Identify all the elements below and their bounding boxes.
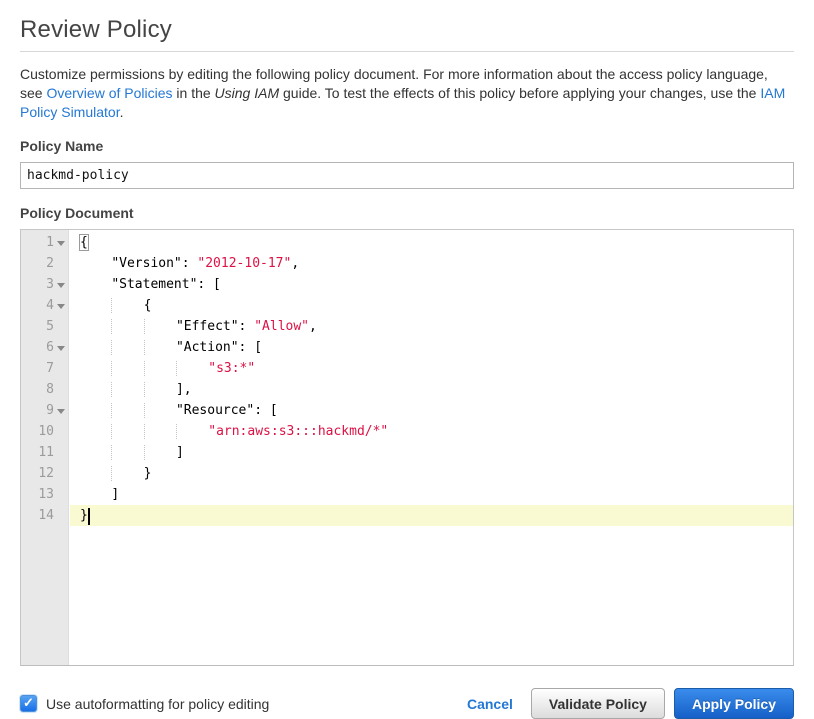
code-line-11[interactable]: ]	[70, 442, 793, 463]
gutter-line-4[interactable]: 4	[21, 295, 68, 316]
apply-policy-button[interactable]: Apply Policy	[674, 688, 794, 719]
code-line-12[interactable]: }	[70, 463, 793, 484]
autoformat-option: ✓ Use autoformatting for policy editing	[20, 695, 269, 712]
fold-arrow-icon[interactable]	[57, 304, 65, 309]
code-line-1[interactable]: {	[70, 232, 793, 253]
using-iam-italic: Using IAM	[215, 85, 280, 101]
policy-document-label: Policy Document	[20, 205, 794, 221]
code-line-8[interactable]: ],	[70, 379, 793, 400]
gutter-line-13: 13	[21, 484, 68, 505]
gutter-line-14: 14	[21, 505, 68, 526]
intro-text-3: guide. To test the effects of this polic…	[279, 85, 760, 101]
autoformat-label: Use autoformatting for policy editing	[46, 696, 269, 712]
gutter-line-8: 8	[21, 379, 68, 400]
code-line-6[interactable]: "Action": [	[70, 337, 793, 358]
fold-arrow-icon[interactable]	[57, 346, 65, 351]
gutter-line-9[interactable]: 9	[21, 400, 68, 421]
code-line-3[interactable]: "Statement": [	[70, 274, 793, 295]
validate-policy-button[interactable]: Validate Policy	[531, 688, 665, 719]
intro-text-2: in the	[173, 85, 215, 101]
title-divider	[20, 51, 794, 52]
gutter-line-7: 7	[21, 358, 68, 379]
footer-bar: ✓ Use autoformatting for policy editing …	[20, 688, 794, 719]
intro-paragraph: Customize permissions by editing the fol…	[20, 65, 794, 122]
gutter-line-12: 12	[21, 463, 68, 484]
code-line-14[interactable]: }	[70, 505, 793, 526]
text-cursor	[88, 508, 90, 525]
cancel-link[interactable]: Cancel	[467, 696, 513, 712]
check-icon: ✓	[23, 696, 34, 709]
gutter-line-10: 10	[21, 421, 68, 442]
code-line-5[interactable]: "Effect": "Allow",	[70, 316, 793, 337]
footer-actions: Cancel Validate Policy Apply Policy	[467, 688, 794, 719]
editor-gutter: 1234567891011121314	[21, 230, 69, 665]
gutter-line-2: 2	[21, 253, 68, 274]
gutter-line-5: 5	[21, 316, 68, 337]
fold-arrow-icon[interactable]	[57, 241, 65, 246]
policy-editor[interactable]: 1234567891011121314 { "Version": "2012-1…	[20, 229, 794, 666]
review-policy-page: Review Policy Customize permissions by e…	[0, 16, 814, 719]
code-line-13[interactable]: ]	[70, 484, 793, 505]
code-line-2[interactable]: "Version": "2012-10-17",	[70, 253, 793, 274]
page-title: Review Policy	[20, 16, 794, 44]
intro-text-4: .	[120, 104, 124, 120]
gutter-line-11: 11	[21, 442, 68, 463]
code-line-4[interactable]: {	[70, 295, 793, 316]
fold-arrow-icon[interactable]	[57, 409, 65, 414]
autoformat-checkbox[interactable]: ✓	[20, 695, 37, 712]
code-line-10[interactable]: "arn:aws:s3:::hackmd/*"	[70, 421, 793, 442]
gutter-line-6[interactable]: 6	[21, 337, 68, 358]
code-line-7[interactable]: "s3:*"	[70, 358, 793, 379]
policy-name-label: Policy Name	[20, 138, 794, 154]
code-line-9[interactable]: "Resource": [	[70, 400, 793, 421]
editor-code[interactable]: { "Version": "2012-10-17", "Statement": …	[70, 230, 793, 665]
policy-name-input[interactable]	[20, 162, 794, 189]
gutter-line-3[interactable]: 3	[21, 274, 68, 295]
link-overview-of-policies[interactable]: Overview of Policies	[46, 85, 172, 101]
gutter-line-1[interactable]: 1	[21, 232, 68, 253]
fold-arrow-icon[interactable]	[57, 283, 65, 288]
